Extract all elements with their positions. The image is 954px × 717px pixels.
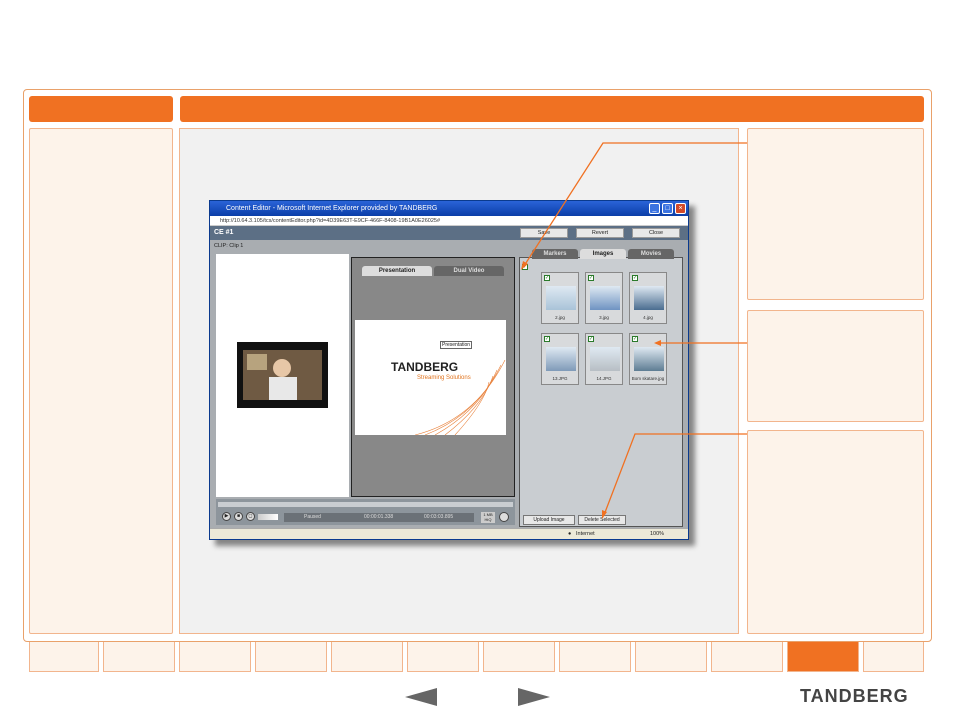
nav-tab-1[interactable] [29,642,99,672]
previous-arrow-icon[interactable] [405,688,437,706]
nav-tab-5[interactable] [331,642,403,672]
nav-tab-2[interactable] [103,642,175,672]
nav-tab-9[interactable] [635,642,707,672]
nav-tab-10[interactable] [711,642,783,672]
next-arrow-icon[interactable] [518,688,550,706]
nav-tab-12[interactable] [863,642,924,672]
nav-tab-6[interactable] [407,642,479,672]
tandberg-logo: TANDBERG [800,686,909,706]
nav-tab-8[interactable] [559,642,631,672]
nav-tab-3[interactable] [179,642,251,672]
nav-tab-4[interactable] [255,642,327,672]
nav-tab-7[interactable] [483,642,555,672]
annotation-arrows [521,142,747,519]
nav-tab-11-active[interactable] [787,642,859,672]
